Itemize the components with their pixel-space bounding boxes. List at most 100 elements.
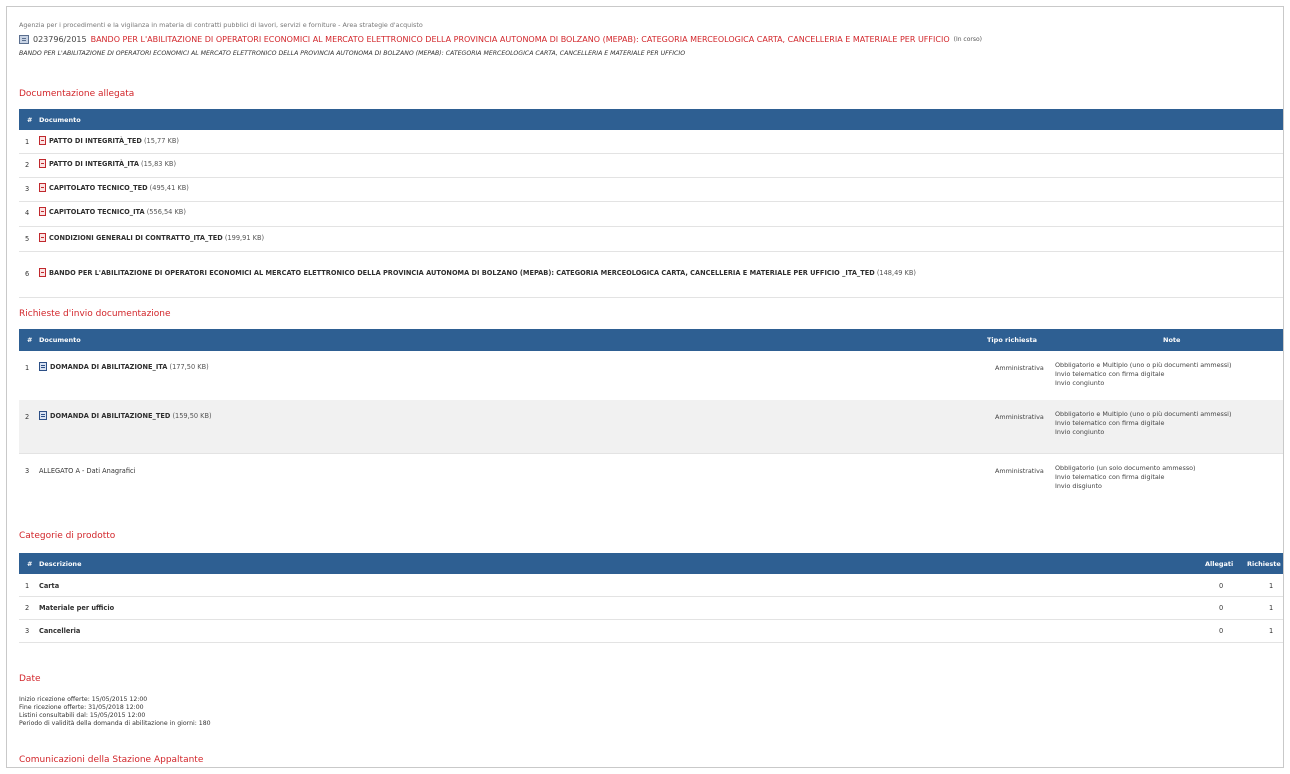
document-name[interactable]: PATTO DI INTEGRITÀ_ITA xyxy=(49,160,139,168)
note-line: Invio congiunto xyxy=(1055,428,1105,436)
richieste-table-header: # Documento Tipo richiesta Note xyxy=(19,329,1283,351)
col-richieste: Richieste xyxy=(1247,560,1281,568)
table-row: 4 CAPITOLATO TECNICO_ITA (556,54 KB) xyxy=(19,201,1283,227)
allegati-count: 0 xyxy=(1219,604,1224,612)
col-tipo-richiesta: Tipo richiesta xyxy=(987,336,1037,344)
tender-icon xyxy=(19,34,29,44)
pdf-icon xyxy=(39,183,46,192)
document-name[interactable]: DOMANDA DI ABILITAZIONE_ITA xyxy=(50,363,167,371)
tipo-richiesta: Amministrativa xyxy=(995,467,1044,475)
table-row: 3 ALLEGATO A - Dati Anagrafici Amministr… xyxy=(19,453,1283,511)
document-name[interactable]: PATTO DI INTEGRITÀ_TED xyxy=(49,137,142,145)
row-num: 1 xyxy=(25,364,30,372)
document-link[interactable]: BANDO PER L'ABILITAZIONE DI OPERATORI EC… xyxy=(39,268,916,277)
document-link[interactable]: CAPITOLATO TECNICO_TED (495,41 KB) xyxy=(39,183,189,192)
note-line: Invio telematico con firma digitale xyxy=(1055,473,1165,481)
row-num: 3 xyxy=(25,185,30,193)
word-document-icon xyxy=(39,362,47,371)
documentazione-table-header: # Documento xyxy=(19,109,1283,130)
request-notes: Obbligatorio e Multiplo (uno o più docum… xyxy=(1055,361,1231,388)
document-size: (148,49 KB) xyxy=(876,269,916,277)
richieste-count: 1 xyxy=(1269,582,1274,590)
row-num: 1 xyxy=(25,582,30,590)
row-num: 5 xyxy=(25,235,30,243)
section-title-richieste: Richieste d'invio documentazione xyxy=(19,309,171,319)
document-size: (15,77 KB) xyxy=(143,137,179,145)
date-inizio-ricezione: Inizio ricezione offerte: 15/05/2015 12:… xyxy=(19,696,148,703)
category-name[interactable]: Cancelleria xyxy=(39,627,80,635)
richieste-count: 1 xyxy=(1269,604,1274,612)
table-row: 3 CAPITOLATO TECNICO_TED (495,41 KB) xyxy=(19,177,1283,202)
document-name[interactable]: DOMANDA DI ABILITAZIONE_TED xyxy=(50,412,170,420)
note-line: Invio telematico con firma digitale xyxy=(1055,370,1165,378)
document-link[interactable]: PATTO DI INTEGRITÀ_ITA (15,83 KB) xyxy=(39,159,176,168)
row-num: 1 xyxy=(25,138,30,146)
tipo-richiesta: Amministrativa xyxy=(995,413,1044,421)
request-notes: Obbligatorio (un solo documento ammesso)… xyxy=(1055,464,1196,491)
note-line: Invio telematico con firma digitale xyxy=(1055,419,1165,427)
col-documento: Documento xyxy=(39,336,81,344)
request-notes: Obbligatorio e Multiplo (uno o più docum… xyxy=(1055,410,1231,437)
col-num: # xyxy=(27,116,33,124)
section-title-date: Date xyxy=(19,674,41,684)
pdf-icon xyxy=(39,136,46,145)
categorie-table-header: # Descrizione Allegati Richieste xyxy=(19,553,1283,574)
tender-status: (In corso) xyxy=(953,35,983,43)
section-title-categorie: Categorie di prodotto xyxy=(19,531,116,541)
document-size: (159,50 KB) xyxy=(172,412,212,420)
document-link[interactable]: CONDIZIONI GENERALI DI CONTRATTO_ITA_TED… xyxy=(39,233,264,242)
richieste-count: 1 xyxy=(1269,627,1274,635)
periodo-validita: Periodo di validità della domanda di abi… xyxy=(19,720,211,727)
date-listini: Listini consultabili dal: 15/05/2015 12:… xyxy=(19,712,146,719)
tipo-richiesta: Amministrativa xyxy=(995,364,1044,372)
table-row: 1 Carta 0 1 xyxy=(19,574,1283,597)
tender-subtitle: BANDO PER L'ABILITAZIONE DI OPERATORI EC… xyxy=(19,50,686,57)
col-descrizione: Descrizione xyxy=(39,560,82,568)
table-row: 2 Materiale per ufficio 0 1 xyxy=(19,596,1283,620)
col-num: # xyxy=(27,560,33,568)
col-allegati: Allegati xyxy=(1205,560,1234,568)
table-row: 5 CONDIZIONI GENERALI DI CONTRATTO_ITA_T… xyxy=(19,226,1283,252)
pdf-icon xyxy=(39,268,46,277)
allegati-count: 0 xyxy=(1219,627,1224,635)
note-line: Obbligatorio e Multiplo (uno o più docum… xyxy=(1055,410,1232,418)
document-link[interactable]: PATTO DI INTEGRITÀ_TED (15,77 KB) xyxy=(39,136,179,145)
col-num: # xyxy=(27,336,33,344)
document-name[interactable]: CAPITOLATO TECNICO_ITA xyxy=(49,208,145,216)
note-line: Invio congiunto xyxy=(1055,379,1105,387)
row-num: 2 xyxy=(25,413,30,421)
table-row: 6 BANDO PER L'ABILITAZIONE DI OPERATORI … xyxy=(19,251,1283,298)
note-line: Invio disgiunto xyxy=(1055,482,1102,490)
table-row: 1 PATTO DI INTEGRITÀ_TED (15,77 KB) xyxy=(19,130,1283,154)
agency-name: Agenzia per i procedimenti e la vigilanz… xyxy=(19,21,423,29)
allegati-count: 0 xyxy=(1219,582,1224,590)
document-link[interactable]: CAPITOLATO TECNICO_ITA (556,54 KB) xyxy=(39,207,186,216)
section-title-comunicazioni: Comunicazioni della Stazione Appaltante xyxy=(19,755,204,765)
document-size: (177,50 KB) xyxy=(169,363,209,371)
table-row: 3 Cancelleria 0 1 xyxy=(19,619,1283,643)
document-link[interactable]: DOMANDA DI ABILITAZIONE_TED (159,50 KB) xyxy=(39,411,212,420)
document-name[interactable]: CAPITOLATO TECNICO_TED xyxy=(49,184,148,192)
col-note: Note xyxy=(1163,336,1181,344)
category-name[interactable]: Carta xyxy=(39,582,59,590)
pdf-icon xyxy=(39,159,46,168)
page-frame: Agenzia per i procedimenti e la vigilanz… xyxy=(6,6,1284,768)
document-size: (199,91 KB) xyxy=(224,234,265,242)
table-row: 1 DOMANDA DI ABILITAZIONE_ITA (177,50 KB… xyxy=(19,351,1283,401)
col-documento: Documento xyxy=(39,116,81,124)
document-size: (15,83 KB) xyxy=(141,160,177,168)
document-link[interactable]: DOMANDA DI ABILITAZIONE_ITA (177,50 KB) xyxy=(39,362,209,371)
document-label: ALLEGATO A - Dati Anagrafici xyxy=(39,467,136,475)
tender-title: BANDO PER L'ABILITAZIONE DI OPERATORI EC… xyxy=(90,34,950,44)
document-name[interactable]: CONDIZIONI GENERALI DI CONTRATTO_ITA_TED xyxy=(49,234,223,242)
category-name[interactable]: Materiale per ufficio xyxy=(39,604,114,612)
row-num: 4 xyxy=(25,209,30,217)
pdf-icon xyxy=(39,233,46,242)
tender-code: 023796/2015 xyxy=(33,34,87,44)
row-num: 2 xyxy=(25,161,30,169)
section-title-documentazione: Documentazione allegata xyxy=(19,89,135,99)
table-row: 2 PATTO DI INTEGRITÀ_ITA (15,83 KB) xyxy=(19,153,1283,178)
row-num: 2 xyxy=(25,604,30,612)
row-num: 3 xyxy=(25,467,30,475)
document-name[interactable]: BANDO PER L'ABILITAZIONE DI OPERATORI EC… xyxy=(49,269,875,277)
